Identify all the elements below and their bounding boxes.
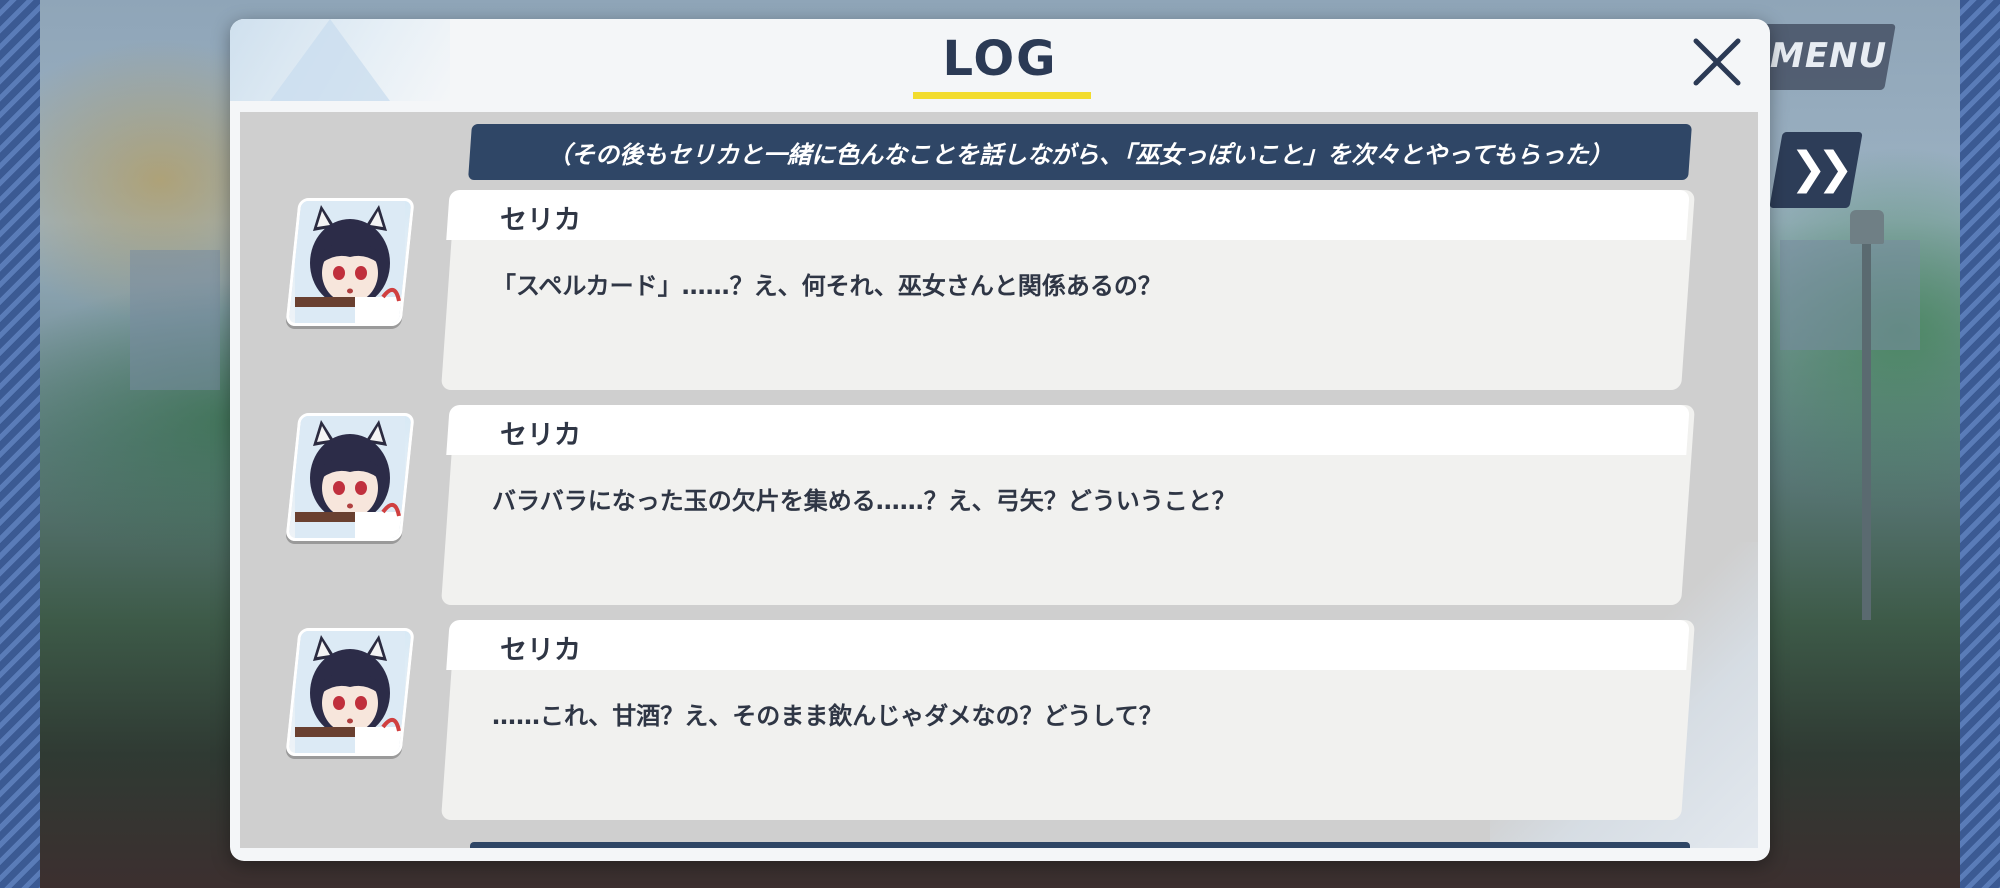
speaker-avatar — [285, 628, 415, 756]
serika-portrait — [295, 631, 405, 753]
dialogue-text: ……これ、甘酒？え、そのまま飲んじゃダメなの？どうして？ — [492, 702, 1163, 730]
speaker-avatar — [285, 413, 415, 541]
narration-text: （その後もセリカと一緒に色んなことを話しながら、「巫女っぽいこと」を次々とやって… — [547, 140, 1613, 169]
log-title: LOG — [942, 31, 1058, 87]
background-building — [1780, 240, 1920, 350]
speaker-avatar — [285, 198, 415, 326]
log-entry: セリカ ……これ、甘酒？え、そのまま飲んじゃダメなの？どうして？ — [240, 620, 1758, 820]
close-button[interactable] — [1686, 31, 1748, 93]
bubble-name-strip — [446, 620, 1690, 670]
background-building — [130, 250, 220, 390]
speaker-name: セリカ — [500, 205, 581, 236]
dialogue-text: バラバラになった玉の欠片を集める……？え、弓矢？どういうこと？ — [492, 487, 1236, 515]
serika-portrait — [295, 416, 405, 538]
bubble-name-strip — [446, 405, 1690, 455]
speaker-name: セリカ — [500, 420, 581, 451]
right-border-stripes — [1960, 0, 2000, 888]
serika-portrait — [295, 201, 405, 323]
close-icon — [1693, 38, 1741, 86]
log-scroll-area[interactable]: （その後もセリカと一緒に色んなことを話しながら、「巫女っぽいこと」を次々とやって… — [240, 112, 1758, 848]
speaker-name: セリカ — [500, 635, 581, 666]
menu-button-label: MENU — [1770, 36, 1888, 76]
log-panel: LOG （その後もセリカと一緒に色んなことを話しながら、「巫女っぽいこと」を次々… — [230, 19, 1770, 861]
dialogue-bubble: セリカ ……これ、甘酒？え、そのまま飲んじゃダメなの？どうして？ — [441, 620, 1695, 820]
log-entry: セリカ 「スペルカード」……？え、何それ、巫女さんと関係あるの？ — [240, 190, 1758, 390]
fast-forward-icon: ❯❯ — [1790, 143, 1854, 194]
dialogue-bubble: セリカ 「スペルカード」……？え、何それ、巫女さんと関係あるの？ — [441, 190, 1695, 390]
bubble-name-strip — [446, 190, 1690, 240]
dialogue-bubble: セリカ バラバラになった玉の欠片を集める……？え、弓矢？どういうこと？ — [441, 405, 1695, 605]
log-entry: セリカ バラバラになった玉の欠片を集める……？え、弓矢？どういうこと？ — [240, 405, 1758, 605]
lamp-post — [1862, 230, 1871, 620]
dialogue-text: 「スペルカード」……？え、何それ、巫女さんと関係あるの？ — [492, 272, 1162, 300]
lamp-head — [1850, 210, 1884, 244]
left-border-stripes — [0, 0, 40, 888]
title-underline — [913, 92, 1091, 99]
next-entry-edge — [470, 842, 1690, 848]
